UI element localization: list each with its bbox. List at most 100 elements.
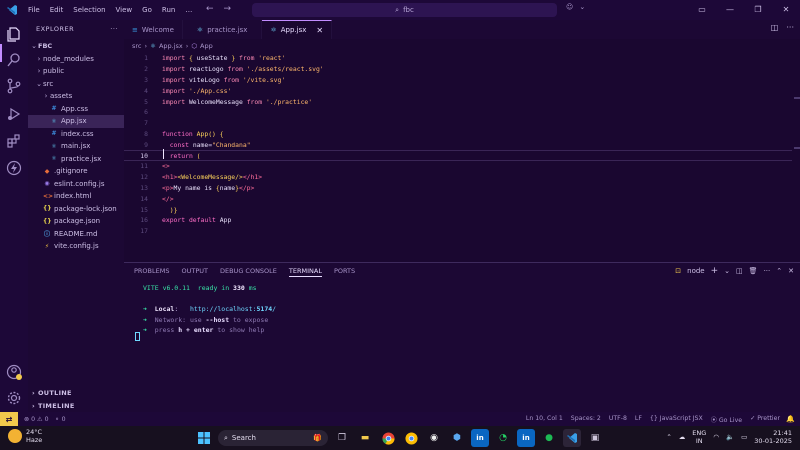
- new-terminal-icon[interactable]: +: [711, 266, 719, 276]
- code-line[interactable]: 8 function App() {: [124, 129, 792, 140]
- menu-edit[interactable]: Edit: [50, 6, 64, 14]
- linkedin-icon[interactable]: in: [471, 429, 489, 447]
- split-editor-icon[interactable]: ◫: [771, 23, 779, 32]
- menu-go[interactable]: Go: [142, 6, 152, 14]
- code-line[interactable]: 17: [124, 226, 792, 237]
- settings-gear-icon[interactable]: [6, 390, 22, 406]
- vscode-taskbar-icon[interactable]: [563, 429, 581, 447]
- cloud-icon[interactable]: ☁: [679, 433, 686, 441]
- code-editor[interactable]: 1 import { useState } from 'react' 2 import…: [124, 52, 792, 260]
- tree-item[interactable]: ◉ eslint.config.js: [28, 178, 124, 191]
- breadcrumb-symbol[interactable]: App: [200, 42, 213, 50]
- notifications-bell-icon[interactable]: 🔔: [786, 415, 795, 423]
- more-actions-icon[interactable]: ···: [764, 267, 771, 275]
- run-debug-icon[interactable]: [6, 106, 22, 122]
- file-explorer-icon[interactable]: ▬: [356, 429, 374, 447]
- menu-more[interactable]: …: [185, 6, 192, 14]
- command-center-search[interactable]: ⌕ fbc: [252, 3, 557, 17]
- spotify-icon[interactable]: ●: [540, 429, 558, 447]
- tab-app-jsx[interactable]: ⚛ App.jsx ✕: [262, 20, 333, 39]
- menu-selection[interactable]: Selection: [73, 6, 105, 14]
- restore-icon[interactable]: ❐: [744, 0, 772, 20]
- menu-file[interactable]: File: [28, 6, 40, 14]
- whatsapp-icon[interactable]: ◔: [494, 429, 512, 447]
- tree-root-fbc[interactable]: ⌄ FBC: [28, 40, 124, 53]
- tree-item[interactable]: ⓘ README.md: [28, 228, 124, 241]
- status-cursor-position[interactable]: Ln 10, Col 1: [526, 415, 563, 424]
- extensions-icon[interactable]: [6, 133, 22, 149]
- terminal-name[interactable]: node: [687, 267, 704, 275]
- linkedin-icon[interactable]: in: [517, 429, 535, 447]
- status-encoding[interactable]: UTF-8: [609, 415, 627, 424]
- menu-view[interactable]: View: [116, 6, 133, 14]
- wifi-icon[interactable]: ◠: [713, 433, 719, 441]
- clock[interactable]: 21:41 30-01-2025: [754, 429, 792, 445]
- panel-tab-problems[interactable]: PROBLEMS: [134, 267, 169, 277]
- layout-icon[interactable]: ▭: [688, 0, 716, 20]
- code-line[interactable]: 12 <h1><WelcomeMessage/></h1>: [124, 172, 792, 183]
- back-arrow-icon[interactable]: ←: [206, 4, 214, 14]
- tree-item[interactable]: ⚛ practice.jsx: [28, 153, 124, 166]
- code-line[interactable]: 5 import WelcomeMessage from './practice': [124, 96, 792, 107]
- code-line[interactable]: 15 )}: [124, 204, 792, 215]
- copilot-icon[interactable]: ☺: [566, 3, 573, 11]
- tree-item[interactable]: › node_modules: [28, 53, 124, 66]
- panel-tab-output[interactable]: OUTPUT: [181, 267, 208, 277]
- chevron-down-icon[interactable]: ⌄: [579, 3, 585, 11]
- code-line[interactable]: 6: [124, 107, 792, 118]
- remote-indicator-icon[interactable]: ⇄: [0, 412, 18, 426]
- task-view-icon[interactable]: ❐: [333, 429, 351, 447]
- tree-item[interactable]: {} package-lock.json: [28, 203, 124, 216]
- explorer-more-icon[interactable]: ···: [110, 25, 118, 33]
- tree-item[interactable]: ⚛ App.jsx: [28, 115, 124, 128]
- chevron-down-icon[interactable]: ⌄: [724, 267, 730, 275]
- panel-tab-ports[interactable]: PORTS: [334, 267, 355, 277]
- code-line[interactable]: 2 import reactLogo from './assets/react.s…: [124, 64, 792, 75]
- windows-security-icon[interactable]: ⬢: [448, 429, 466, 447]
- tree-item[interactable]: # index.css: [28, 128, 124, 141]
- terminal-app-icon[interactable]: ▣: [586, 429, 604, 447]
- tray-chevron-up-icon[interactable]: ⌃: [666, 433, 671, 441]
- problems-count[interactable]: ⊗ 0 ⚠ 0: [24, 416, 49, 423]
- status-language[interactable]: {} JavaScript JSX: [650, 415, 703, 424]
- breadcrumb-src[interactable]: src: [132, 42, 142, 50]
- forward-arrow-icon[interactable]: →: [224, 4, 232, 14]
- tree-item[interactable]: {} package.json: [28, 215, 124, 228]
- timeline-section[interactable]: › TIMELINE: [28, 400, 124, 412]
- windows-start-icon[interactable]: [195, 429, 213, 447]
- tree-item[interactable]: ⌄ src: [28, 78, 124, 91]
- code-line[interactable]: 4 import './App.css': [124, 85, 792, 96]
- search-icon[interactable]: [6, 52, 22, 68]
- code-line[interactable]: 7: [124, 118, 792, 129]
- status-indentation[interactable]: Spaces: 2: [571, 415, 601, 424]
- chrome-icon[interactable]: [379, 429, 397, 447]
- code-line[interactable]: 14 </>: [124, 193, 792, 204]
- lightning-extension-icon[interactable]: [6, 160, 22, 176]
- panel-tab-debug-console[interactable]: DEBUG CONSOLE: [220, 267, 277, 277]
- code-line[interactable]: 9 const name="Chandana": [124, 139, 792, 150]
- tab-welcome[interactable]: ≡ Welcome: [124, 20, 183, 39]
- weather-widget[interactable]: 24°C Haze: [8, 428, 42, 444]
- status-prettier[interactable]: ✓ Prettier: [750, 415, 780, 424]
- close-window-icon[interactable]: ✕: [772, 0, 800, 20]
- taskbar-search[interactable]: ⌕ Search 🎁: [218, 430, 328, 446]
- tree-item[interactable]: ◆ .gitignore: [28, 165, 124, 178]
- code-line[interactable]: 11 <>: [124, 161, 792, 172]
- tree-item[interactable]: # App.css: [28, 103, 124, 116]
- code-line[interactable]: 3 import viteLogo from '/vite.svg': [124, 75, 792, 86]
- ports-count[interactable]: ⚬ 0: [55, 416, 66, 423]
- github-icon[interactable]: ◉: [425, 429, 443, 447]
- tree-item[interactable]: ⚡ vite.config.js: [28, 240, 124, 253]
- code-line[interactable]: 1 import { useState } from 'react': [124, 53, 792, 64]
- tab-practice-jsx[interactable]: ⚛ practice.jsx: [183, 20, 263, 39]
- tree-item[interactable]: <> index.html: [28, 190, 124, 203]
- close-tab-icon[interactable]: ✕: [316, 26, 323, 35]
- volume-icon[interactable]: 🔈: [726, 433, 734, 441]
- language-indicator[interactable]: ENG IN: [692, 429, 706, 445]
- close-panel-icon[interactable]: ✕: [788, 267, 794, 275]
- minimize-icon[interactable]: —: [716, 0, 744, 20]
- battery-icon[interactable]: ▭: [741, 433, 747, 441]
- breadcrumb-file[interactable]: App.jsx: [159, 42, 183, 50]
- chrome-profile-icon[interactable]: [402, 429, 420, 447]
- maximize-panel-icon[interactable]: ⌃: [776, 267, 782, 275]
